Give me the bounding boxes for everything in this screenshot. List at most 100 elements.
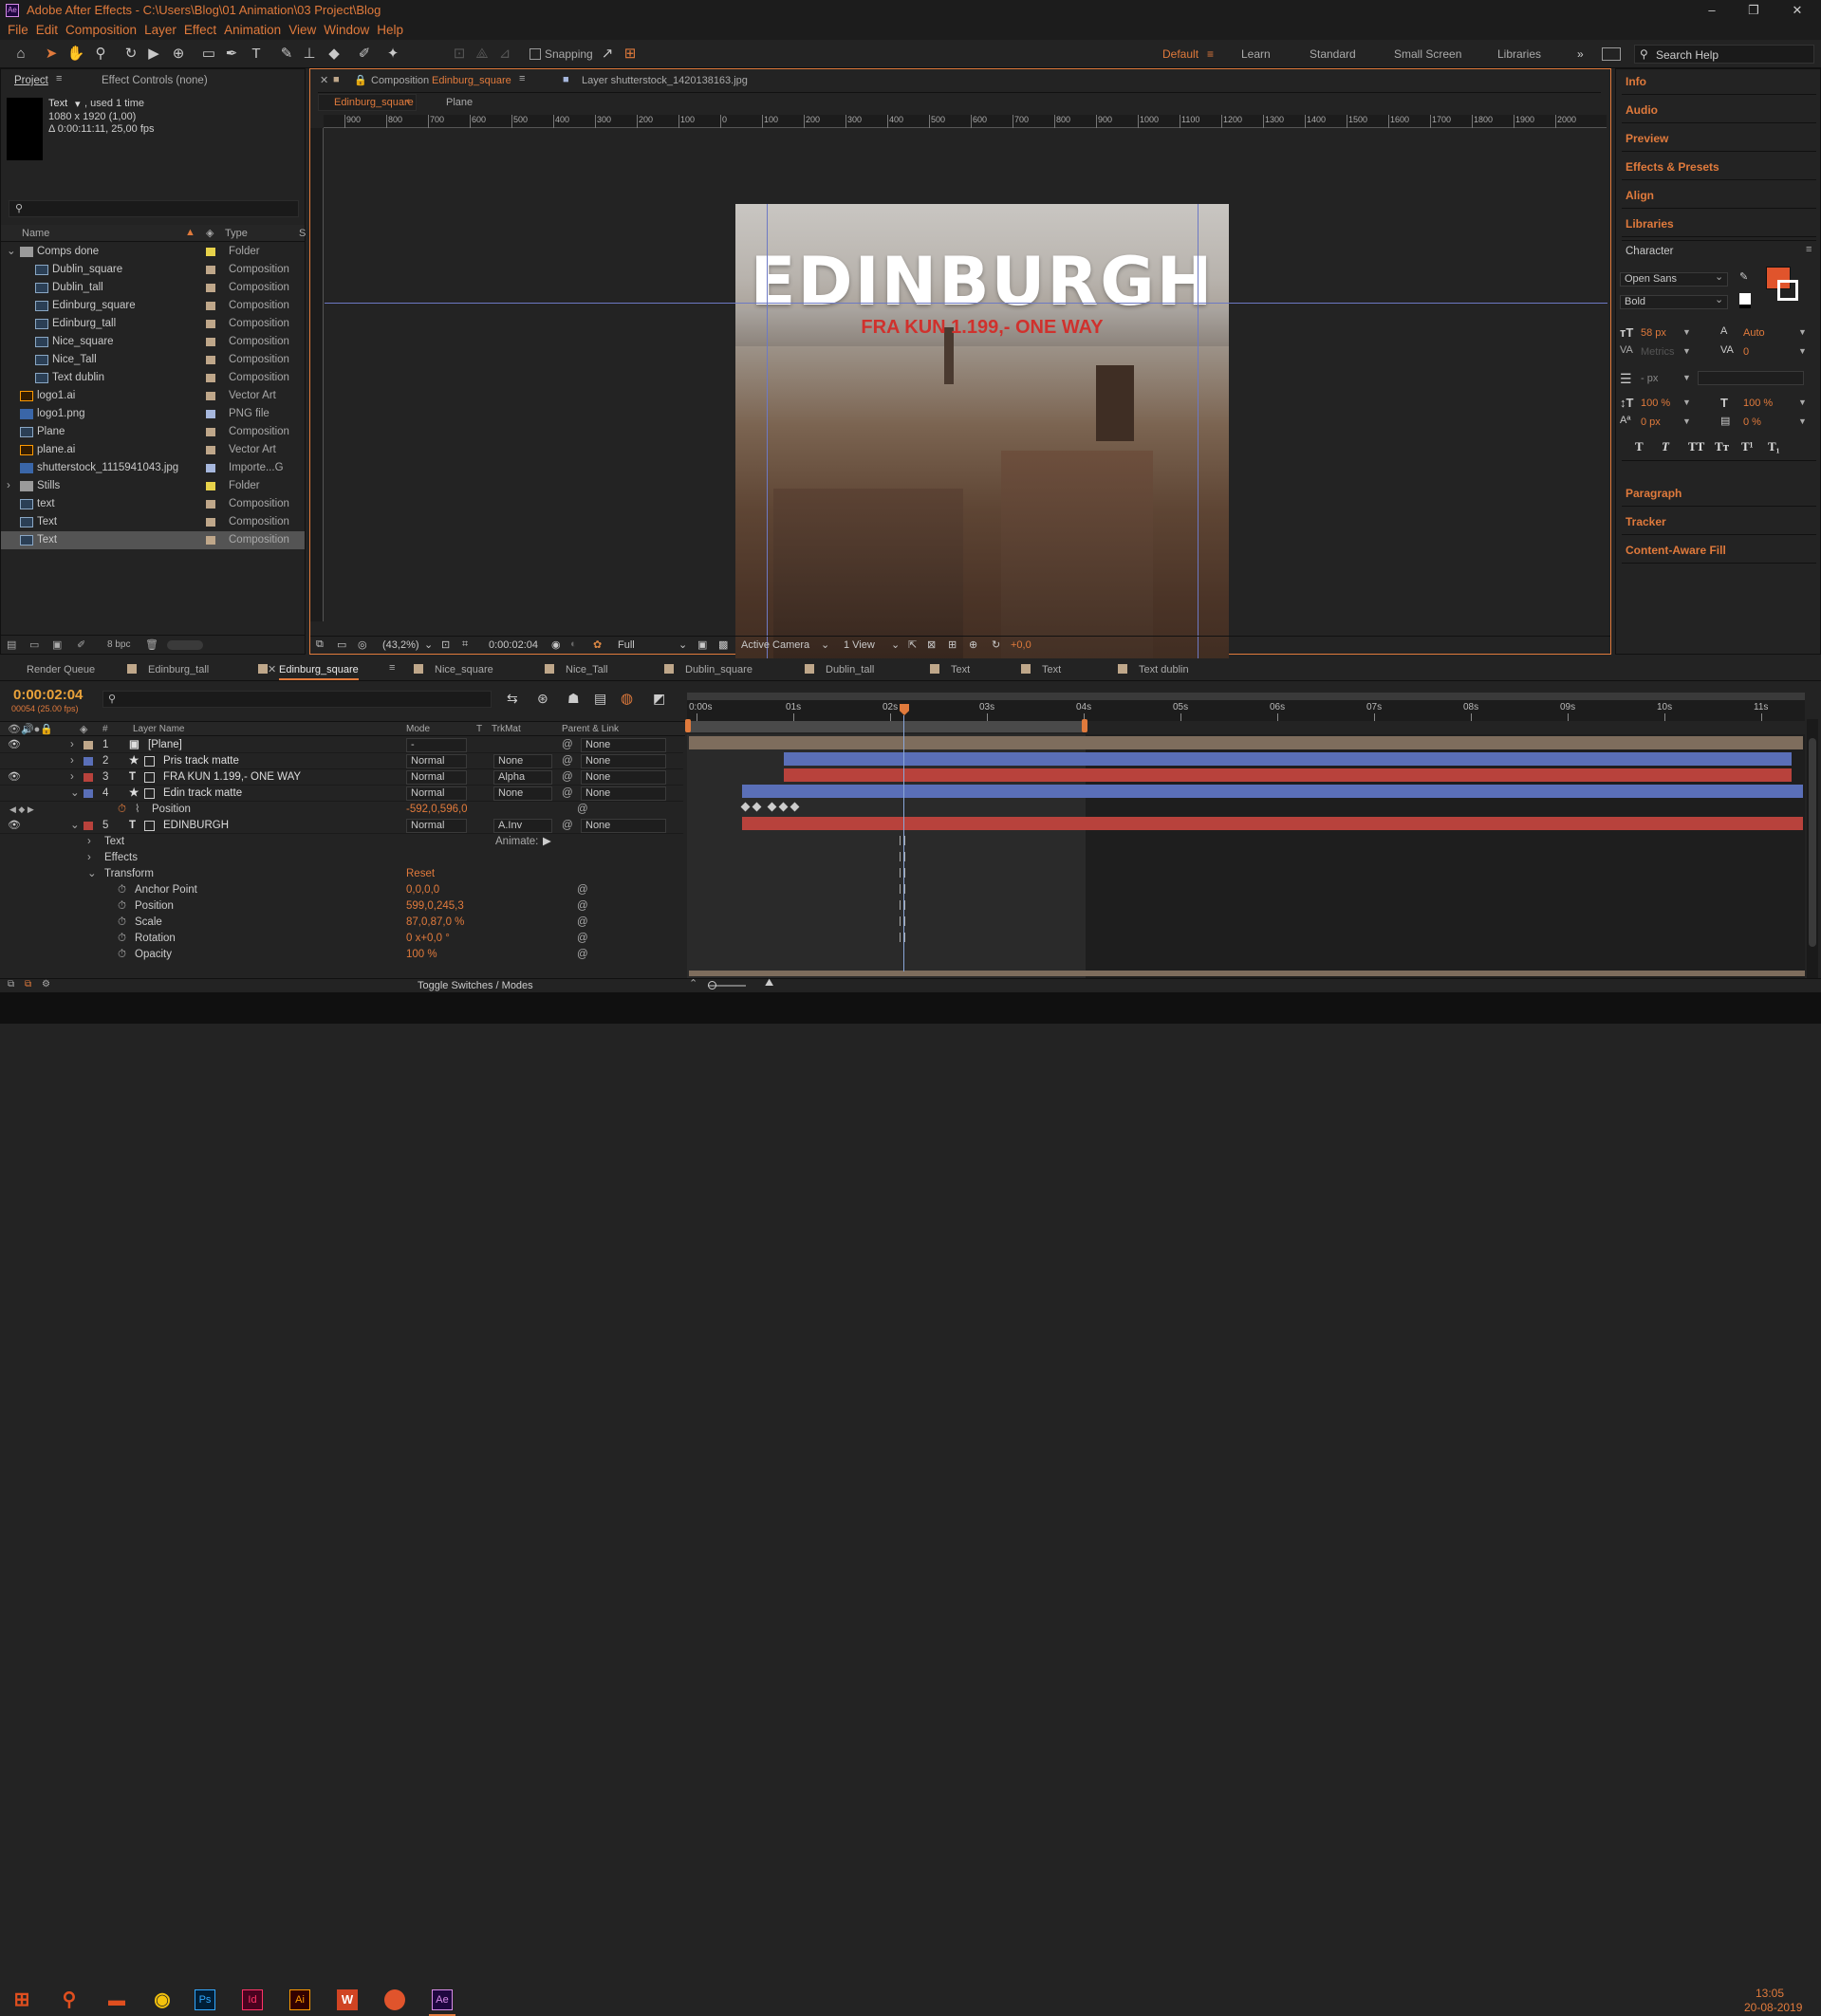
label-color-swatch[interactable] — [206, 482, 215, 490]
label-color-swatch[interactable] — [206, 266, 215, 274]
trkmat-dropdown[interactable]: A.Inv — [493, 819, 552, 833]
font-style-dropdown[interactable]: Bold — [1620, 295, 1728, 309]
pickwhip-icon[interactable]: @ — [562, 786, 573, 802]
project-menu-icon[interactable]: ≡ — [56, 73, 62, 84]
transparency-grid-icon[interactable]: ▩ — [718, 638, 728, 651]
tracking-value[interactable]: 0 — [1743, 346, 1749, 358]
menu-edit[interactable]: Edit — [36, 21, 58, 40]
menu-effect[interactable]: Effect — [184, 21, 216, 40]
region-icon[interactable]: ⌗ — [462, 638, 468, 651]
menu-view[interactable]: View — [288, 21, 316, 40]
expand-arrow-icon[interactable]: › — [87, 834, 91, 850]
reset-exposure-icon[interactable]: ↻ — [992, 638, 1000, 651]
property-row[interactable]: ⏱ Rotation 0 x+0,0 ° @ — [0, 931, 683, 947]
expand-arrow-icon[interactable]: ⌄ — [70, 786, 80, 802]
project-item[interactable]: logo1.ai Vector Art — [1, 387, 305, 405]
comp-menu-icon[interactable]: ≡ — [519, 73, 525, 84]
timeline-scrollbar[interactable] — [1807, 719, 1818, 978]
work-area-navigator[interactable] — [687, 693, 1805, 700]
work-area-bar[interactable] — [687, 721, 1086, 732]
breadcrumb-plane[interactable]: Plane — [446, 97, 473, 108]
chrome-icon[interactable]: ◉ — [146, 1985, 178, 2016]
property-value[interactable]: 599,0,245,3 — [406, 898, 464, 915]
label-color-swatch[interactable] — [206, 356, 215, 364]
workspace-overflow-icon[interactable]: » — [1577, 47, 1584, 61]
panel-paragraph[interactable]: Paragraph — [1626, 487, 1682, 500]
fit-icon[interactable]: ⊡ — [441, 638, 450, 651]
views-dropdown[interactable]: 1 View — [844, 639, 875, 651]
pickwhip-icon[interactable]: @ — [562, 769, 573, 786]
clock-time[interactable]: 13:05 — [1756, 1987, 1784, 2000]
work-area-start[interactable] — [685, 719, 691, 732]
stopwatch-icon[interactable]: ⏱ — [118, 898, 126, 915]
parent-dropdown[interactable]: None — [581, 770, 666, 785]
project-item[interactable]: Text dublin Composition — [1, 369, 305, 387]
layer-row[interactable]: › 2 ★ Pris track matte Normal None @ None — [0, 753, 683, 769]
toggle-pixel-icon[interactable]: ⇱ — [908, 638, 917, 651]
position-value[interactable]: -592,0,596,0 — [406, 802, 468, 818]
flowchart-icon[interactable]: ⊕ — [969, 638, 977, 651]
tsume-value[interactable]: 0 % — [1743, 416, 1761, 428]
roto-brush-tool-icon[interactable]: ✐ — [355, 45, 374, 64]
draft-3d-icon[interactable]: ⊛ — [537, 691, 548, 707]
col-size[interactable]: S — [299, 228, 306, 239]
fast-preview-icon[interactable]: ⊠ — [927, 638, 936, 651]
mode-dropdown[interactable]: Normal — [406, 786, 467, 801]
layer-bar[interactable] — [784, 752, 1792, 766]
panel-audio[interactable]: Audio — [1626, 103, 1658, 117]
restore-icon[interactable]: ❐ — [1737, 0, 1771, 21]
project-search-input[interactable]: ⚲ — [9, 200, 299, 217]
label-color-swatch[interactable] — [206, 374, 215, 382]
layer-label-color[interactable] — [84, 757, 93, 766]
text-style-button[interactable]: Tт — [1715, 439, 1729, 454]
exposure-value[interactable]: +0,0 — [1011, 639, 1031, 651]
guide-horizontal[interactable] — [325, 303, 1607, 304]
property-row[interactable]: ⌄ Transform Reset — [0, 866, 683, 882]
type-tool-icon[interactable]: T — [247, 45, 266, 64]
eye-icon[interactable]: 👁 — [8, 737, 21, 753]
layer-label-color[interactable] — [84, 789, 93, 798]
project-item[interactable]: ⌄ Comps done Folder — [1, 243, 305, 261]
project-item[interactable]: Dublin_square Composition — [1, 261, 305, 279]
panel-tracker[interactable]: Tracker — [1626, 515, 1666, 528]
project-item[interactable]: Plane Composition — [1, 423, 305, 441]
menu-help[interactable]: Help — [377, 21, 403, 40]
stroke-width-value[interactable]: - px — [1641, 373, 1658, 384]
leading-value[interactable]: Auto — [1743, 327, 1765, 339]
timeline-tab[interactable]: Nice_Tall — [566, 664, 608, 675]
parent-dropdown[interactable]: None — [581, 819, 666, 833]
channel-icon[interactable]: ✿ — [593, 638, 602, 651]
vertical-scale-value[interactable]: 100 % — [1641, 398, 1670, 409]
parent-dropdown[interactable]: None — [581, 754, 666, 768]
label-color-swatch[interactable] — [206, 338, 215, 346]
graph-editor-icon[interactable]: ◩ — [653, 691, 665, 707]
close-tab-icon[interactable]: ✕ — [320, 74, 328, 86]
timeline-tab[interactable]: Text — [1042, 664, 1061, 675]
always-preview-icon[interactable]: ⧉ — [316, 638, 324, 651]
timeline-search-input[interactable]: ⚲ — [102, 691, 492, 708]
work-area-end[interactable] — [1082, 719, 1087, 732]
font-family-dropdown[interactable]: Open Sans — [1620, 272, 1728, 287]
start-windows-icon[interactable]: ⊞ — [6, 1985, 38, 2016]
layer-label-color[interactable] — [84, 741, 93, 749]
axis-world-icon[interactable]: ⟁ — [473, 45, 492, 64]
home-icon[interactable]: ⌂ — [11, 45, 30, 64]
project-item[interactable]: shutterstock_1115941043.jpg Importe...G — [1, 459, 305, 477]
snap-edge-icon[interactable]: ↗ — [598, 45, 617, 64]
project-item[interactable]: Edinburg_square Composition — [1, 297, 305, 315]
layer-switches-icon[interactable]: ⧉ — [8, 979, 14, 990]
text-style-button[interactable]: T¹ — [1741, 439, 1754, 454]
comp-tab-prefix[interactable]: Composition — [371, 75, 429, 86]
timeline-tab[interactable]: Dublin_square — [685, 664, 753, 675]
zoom-tool-icon[interactable]: ⚲ — [91, 45, 110, 64]
mode-dropdown[interactable]: Normal — [406, 770, 467, 785]
magnification-dropdown[interactable]: (43,2%) — [382, 639, 419, 651]
panel-content-aware-fill[interactable]: Content-Aware Fill — [1626, 544, 1726, 557]
breadcrumb-edinburg[interactable]: Edinburg_square — [334, 97, 414, 108]
pickwhip-icon[interactable]: @ — [577, 882, 588, 898]
file-explorer-icon[interactable]: ▬ — [101, 1985, 133, 2016]
comp-mini-flowchart-icon[interactable]: ⇆ — [507, 691, 518, 707]
label-col-icon[interactable]: ◈ — [206, 227, 214, 239]
project-item[interactable]: Nice_Tall Composition — [1, 351, 305, 369]
expand-arrow-icon[interactable]: ⌄ — [70, 818, 80, 834]
